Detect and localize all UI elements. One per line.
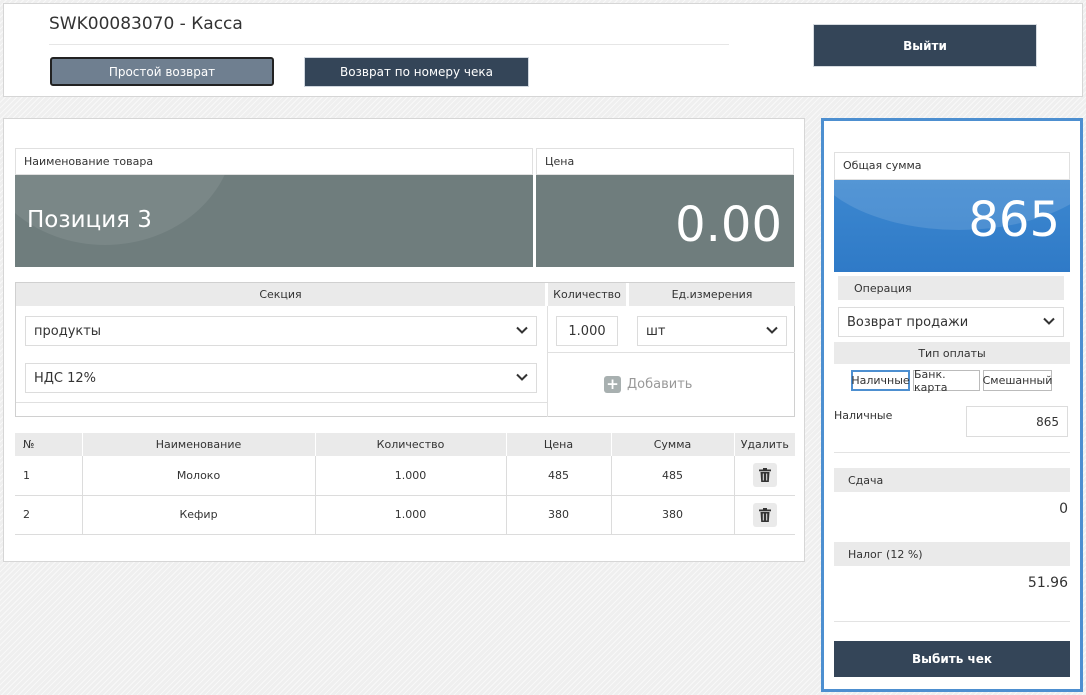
section-header: Секция (16, 283, 545, 306)
table-header-row: № Наименование Количество Цена Сумма Уда… (15, 433, 795, 456)
row-quantity: 1.000 (315, 456, 507, 496)
summary-panel: Общая сумма 865 Операция Возврат продажи… (821, 118, 1083, 692)
chevron-down-icon (766, 325, 778, 338)
row-number: 1 (15, 456, 83, 496)
operation-select-value: Возврат продажи (847, 314, 969, 330)
section-select-value: продукты (34, 323, 102, 339)
row-sum: 380 (611, 495, 735, 535)
simple-return-button[interactable]: Простой возврат (50, 57, 274, 86)
tax-value: 51.96 (1027, 575, 1068, 591)
row-name: Кефир (82, 495, 316, 535)
product-form: Секция Количество Ед.измерения продукты … (15, 282, 795, 417)
row-number: 2 (15, 495, 83, 535)
col-delete: Удалить (734, 433, 795, 456)
product-panel: Наименование товара Цена Позиция 3 0.00 … (3, 118, 805, 562)
plus-icon: + (604, 376, 621, 393)
chevron-down-icon (516, 372, 528, 385)
page-title: SWK00083070 - Касса (49, 14, 243, 34)
delete-row-button[interactable] (752, 502, 777, 527)
title-divider (49, 44, 729, 45)
payment-cash-button[interactable]: Наличные (851, 370, 910, 391)
add-button[interactable]: + Добавить (604, 376, 692, 393)
header-panel: SWK00083070 - Касса Простой возврат Возв… (3, 3, 1083, 97)
form-divider (16, 402, 547, 403)
payment-card-button[interactable]: Банк. карта (913, 368, 980, 394)
table-row: 2 Кефир 1.000 380 380 (15, 495, 795, 535)
cash-input[interactable]: 865 (966, 406, 1068, 437)
col-sum: Сумма (611, 433, 735, 456)
change-value: 0 (1059, 501, 1068, 517)
row-price: 485 (506, 456, 612, 496)
product-price-value: 0.00 (675, 197, 782, 253)
quantity-header: Количество (548, 283, 626, 306)
return-by-receipt-button[interactable]: Возврат по номеру чека (304, 57, 529, 87)
exit-button[interactable]: Выйти (813, 24, 1037, 67)
vat-select[interactable]: НДС 12% (25, 363, 537, 393)
cash-label: Наличные (834, 409, 893, 422)
operation-label: Операция (838, 276, 1064, 300)
change-label: Сдача (834, 468, 1070, 492)
row-delete-cell (734, 495, 795, 535)
product-name-value: Позиция 3 (27, 207, 152, 233)
add-button-label: Добавить (627, 377, 693, 392)
print-receipt-button[interactable]: Выбить чек (834, 641, 1070, 677)
col-number: № (15, 433, 83, 456)
total-header: Общая сумма (834, 152, 1070, 180)
trash-icon (758, 507, 771, 522)
section-select[interactable]: продукты (25, 316, 537, 346)
divider (834, 452, 1070, 453)
form-divider (547, 306, 548, 417)
items-table: № Наименование Количество Цена Сумма Уда… (15, 433, 795, 535)
payment-mixed-button[interactable]: Смешанный (983, 370, 1052, 391)
payment-type-label: Тип оплаты (834, 342, 1070, 364)
product-price-display: 0.00 (536, 175, 794, 267)
table-row: 1 Молоко 1.000 485 485 (15, 456, 795, 496)
chevron-down-icon (1043, 316, 1055, 329)
col-price: Цена (506, 433, 612, 456)
delete-row-button[interactable] (752, 463, 777, 488)
row-delete-cell (734, 456, 795, 496)
unit-select-value: шт (646, 323, 666, 339)
divider (834, 621, 1070, 622)
product-name-display: Позиция 3 (15, 175, 533, 267)
row-price: 380 (506, 495, 612, 535)
product-name-header: Наименование товара (15, 148, 533, 175)
row-name: Молоко (82, 456, 316, 496)
quantity-input[interactable]: 1.000 (556, 316, 618, 346)
trash-icon (758, 468, 771, 483)
col-name: Наименование (82, 433, 316, 456)
unit-header: Ед.измерения (629, 283, 795, 306)
col-quantity: Количество (315, 433, 507, 456)
tax-label: Налог (12 %) (834, 542, 1070, 566)
row-sum: 485 (611, 456, 735, 496)
form-divider (547, 352, 795, 353)
operation-select[interactable]: Возврат продажи (838, 307, 1064, 337)
unit-select[interactable]: шт (637, 316, 787, 346)
total-display: 865 (834, 180, 1070, 272)
row-quantity: 1.000 (315, 495, 507, 535)
total-value: 865 (968, 192, 1060, 248)
vat-select-value: НДС 12% (34, 370, 97, 386)
chevron-down-icon (516, 325, 528, 338)
product-price-header: Цена (536, 148, 794, 175)
